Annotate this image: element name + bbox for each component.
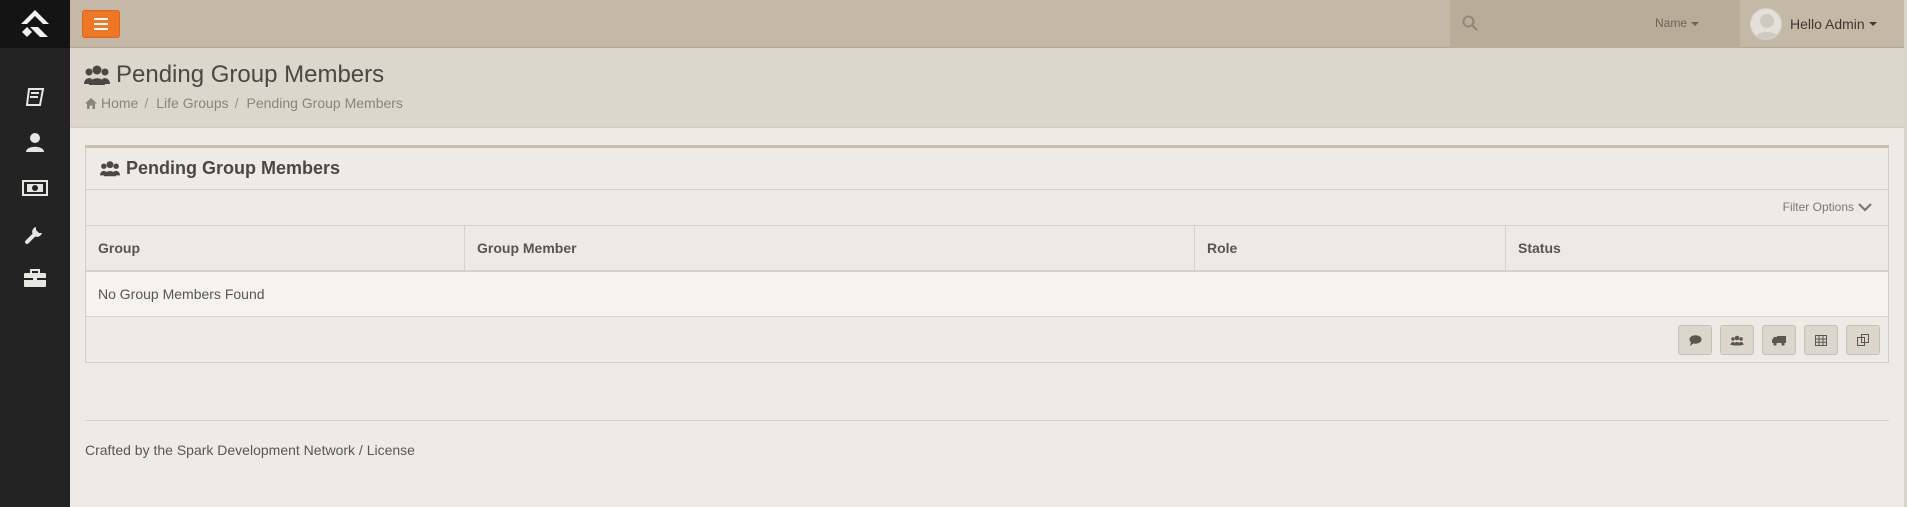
launch-workflow-button[interactable] xyxy=(1762,325,1796,355)
merge-group-button[interactable] xyxy=(1720,325,1754,355)
users-icon xyxy=(1730,335,1744,345)
grid-actions xyxy=(86,317,1888,363)
table-icon xyxy=(1815,334,1827,346)
top-bar: Name Hello Admin xyxy=(70,0,1907,48)
panel-heading: Pending Group Members xyxy=(86,148,1888,190)
comment-icon xyxy=(1689,334,1701,346)
footer-separator: / xyxy=(355,442,367,458)
pending-members-panel: Pending Group Members Filter Options Gro… xyxy=(85,145,1889,363)
column-header-group-member[interactable]: Group Member xyxy=(465,226,1195,270)
breadcrumb-separator: / xyxy=(234,95,239,111)
hamburger-icon xyxy=(94,18,108,30)
user-icon[interactable] xyxy=(0,122,70,162)
filter-options-toggle[interactable]: Filter Options xyxy=(1783,200,1872,214)
users-icon xyxy=(84,64,110,86)
grid-header: Group Group Member Role Status xyxy=(86,226,1888,272)
home-icon xyxy=(85,97,97,109)
truck-icon xyxy=(1772,335,1786,346)
wrench-icon[interactable] xyxy=(0,214,70,254)
breadcrumb-home[interactable]: Home xyxy=(101,95,138,111)
breadcrumb-life-groups[interactable]: Life Groups xyxy=(156,95,228,111)
empty-message: No Group Members Found xyxy=(98,286,265,302)
users-icon xyxy=(100,160,120,177)
avatar xyxy=(1750,8,1782,40)
filter-row: Filter Options xyxy=(86,190,1888,226)
briefcase-icon[interactable] xyxy=(0,258,70,298)
panel-title: Pending Group Members xyxy=(126,158,341,178)
rock-logo[interactable] xyxy=(0,0,70,48)
search-input[interactable] xyxy=(1484,12,1634,36)
copy-icon xyxy=(1857,334,1869,346)
page-title-text: Pending Group Members xyxy=(116,61,385,88)
footer: Crafted by the Spark Development Network… xyxy=(85,442,415,458)
footer-license-link[interactable]: License xyxy=(367,442,415,458)
column-header-status[interactable]: Status xyxy=(1506,226,1888,270)
search-icon xyxy=(1462,15,1478,36)
money-icon[interactable] xyxy=(0,168,70,208)
user-menu[interactable]: Hello Admin xyxy=(1750,0,1877,48)
footer-prefix: Crafted by the xyxy=(85,442,177,458)
breadcrumb: Home / Life Groups / Pending Group Membe… xyxy=(85,95,403,111)
chevron-down-icon xyxy=(1858,202,1872,212)
column-header-role[interactable]: Role xyxy=(1195,226,1506,270)
menu-toggle-button[interactable] xyxy=(82,10,120,38)
page-header: Pending Group Members Home / Life Groups… xyxy=(70,48,1907,128)
search-area: Name xyxy=(1450,0,1740,48)
merge-template-button[interactable] xyxy=(1846,325,1880,355)
column-header-group[interactable]: Group xyxy=(86,226,465,270)
caret-down-icon xyxy=(1868,22,1877,26)
communicate-button[interactable] xyxy=(1678,325,1712,355)
breadcrumb-current: Pending Group Members xyxy=(246,95,403,111)
breadcrumb-separator: / xyxy=(144,95,149,111)
page-title: Pending Group Members xyxy=(84,61,384,89)
footer-org-link[interactable]: Spark Development Network xyxy=(177,442,355,458)
user-greeting: Hello Admin xyxy=(1790,16,1865,32)
search-type-label: Name xyxy=(1655,16,1688,30)
export-excel-button[interactable] xyxy=(1804,325,1838,355)
caret-down-icon xyxy=(1691,21,1700,26)
left-navigation xyxy=(0,0,70,507)
footer-divider xyxy=(85,420,1889,421)
filter-options-label: Filter Options xyxy=(1782,200,1854,214)
book-icon[interactable] xyxy=(0,77,70,117)
grid-empty-row: No Group Members Found xyxy=(86,272,1888,317)
search-type-dropdown[interactable]: Name xyxy=(1655,16,1700,30)
